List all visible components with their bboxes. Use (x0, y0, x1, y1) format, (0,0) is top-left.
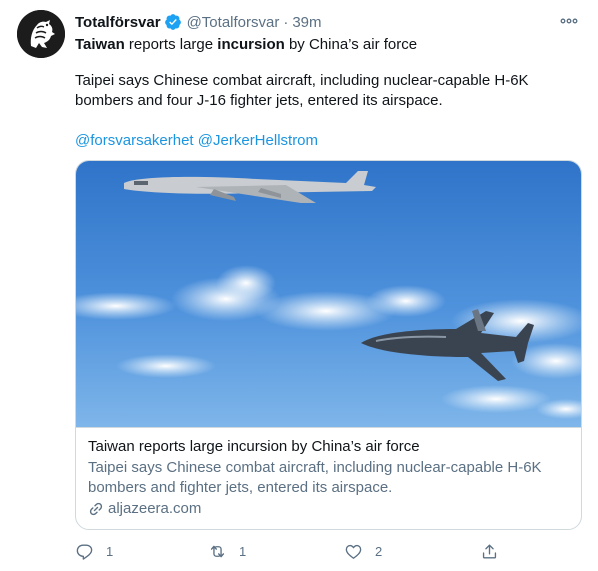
link-card[interactable]: Taiwan reports large incursion by China’… (75, 160, 582, 530)
tweet-header: Totalförsvar @Totalforsvar · 39m (75, 12, 322, 32)
like-count: 2 (375, 543, 383, 559)
tweet-mentions: @forsvarsakerhet @JerkerHellstrom (75, 131, 318, 151)
card-meta[interactable]: Taiwan reports large incursion by China’… (76, 427, 581, 529)
card-domain[interactable]: aljazeera.com (88, 499, 569, 519)
tweet-actions: 1 1 2 (75, 540, 575, 562)
card-domain-text[interactable]: aljazeera.com (108, 499, 201, 519)
mention-link[interactable]: @forsvarsakerhet (75, 132, 194, 149)
tweet[interactable]: Totalförsvar @Totalforsvar · 39m Taiwan … (0, 0, 598, 571)
retweet-icon (210, 545, 225, 557)
reply-icon (76, 543, 93, 560)
card-image[interactable] (76, 161, 581, 427)
share-icon (482, 543, 497, 559)
like-button[interactable]: 2 (344, 540, 382, 562)
headline-bold-taiwan: Taiwan (75, 36, 125, 53)
mention-link[interactable]: @JerkerHellstrom (198, 132, 318, 149)
more-options-icon[interactable] (558, 10, 580, 32)
reply-count: 1 (106, 543, 114, 559)
tweet-time[interactable]: 39m (292, 14, 321, 31)
aircraft-photo (76, 161, 581, 427)
reply-button[interactable]: 1 (75, 540, 113, 562)
card-description: Taipei says Chinese combat aircraft, inc… (88, 459, 542, 496)
retweet-count: 1 (239, 543, 247, 559)
link-icon (89, 502, 103, 516)
headline-bold-incursion: incursion (217, 36, 285, 53)
avatar[interactable] (17, 10, 65, 58)
share-button[interactable] (480, 540, 499, 562)
tweet-headline: Taiwan reports large incursion by China’… (75, 35, 417, 55)
verified-badge-icon (164, 14, 181, 30)
separator-dot: · (283, 13, 289, 31)
lion-crest-icon (17, 10, 65, 58)
card-title[interactable]: Taiwan reports large incursion by China’… (88, 437, 569, 457)
headline-text-1: reports large (124, 36, 218, 53)
author-name[interactable]: Totalförsvar (75, 14, 161, 31)
tweet-body: Taipei says Chinese combat aircraft, inc… (75, 72, 529, 109)
headline-text-2: by China’s air force (284, 36, 418, 53)
heart-icon (345, 544, 362, 559)
author-handle[interactable]: @Totalforsvar (187, 14, 280, 31)
retweet-button[interactable]: 1 (208, 540, 246, 562)
